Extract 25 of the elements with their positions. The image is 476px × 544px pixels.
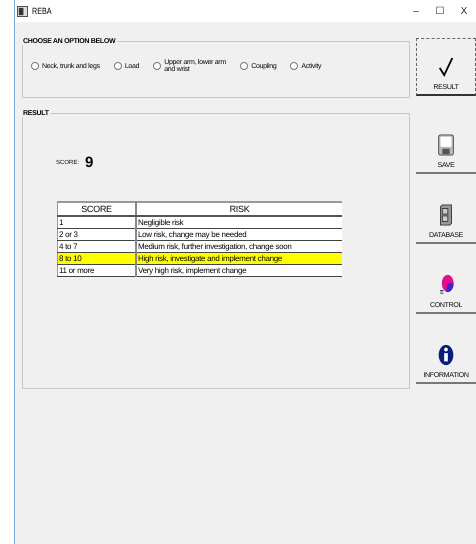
- score-value: 9: [85, 154, 94, 171]
- table-cell: High risk, investigate and implement change: [136, 252, 342, 264]
- radio-button[interactable]: [290, 62, 298, 70]
- window-control[interactable]: ☐: [428, 5, 452, 17]
- table-cell: 8 to 10: [58, 252, 136, 264]
- table-cell: 2 or 3: [58, 228, 136, 240]
- pie-chart-icon: [437, 274, 455, 296]
- window-control[interactable]: –: [404, 6, 428, 16]
- column-header: SCORE: [58, 202, 136, 216]
- checkmark-icon: [437, 56, 455, 78]
- radio-button[interactable]: [31, 62, 39, 70]
- table-cell: 11 or more: [58, 264, 136, 276]
- radio-button[interactable]: [153, 62, 162, 70]
- table-cell: Very high risk, implement change: [136, 264, 342, 276]
- table-cell: Low risk, change may be needed: [136, 228, 342, 240]
- table-cell: Negligible risk: [136, 216, 342, 228]
- window-title: REBA: [32, 6, 52, 16]
- file-cabinet-icon: [437, 204, 455, 226]
- window-control[interactable]: X: [452, 6, 476, 16]
- app-icon: [17, 6, 28, 16]
- info-icon: [437, 344, 455, 366]
- radio-button[interactable]: [240, 62, 248, 70]
- table-cell: 1: [58, 216, 136, 228]
- radio-button[interactable]: [114, 62, 122, 70]
- column-header: RISK: [136, 202, 342, 216]
